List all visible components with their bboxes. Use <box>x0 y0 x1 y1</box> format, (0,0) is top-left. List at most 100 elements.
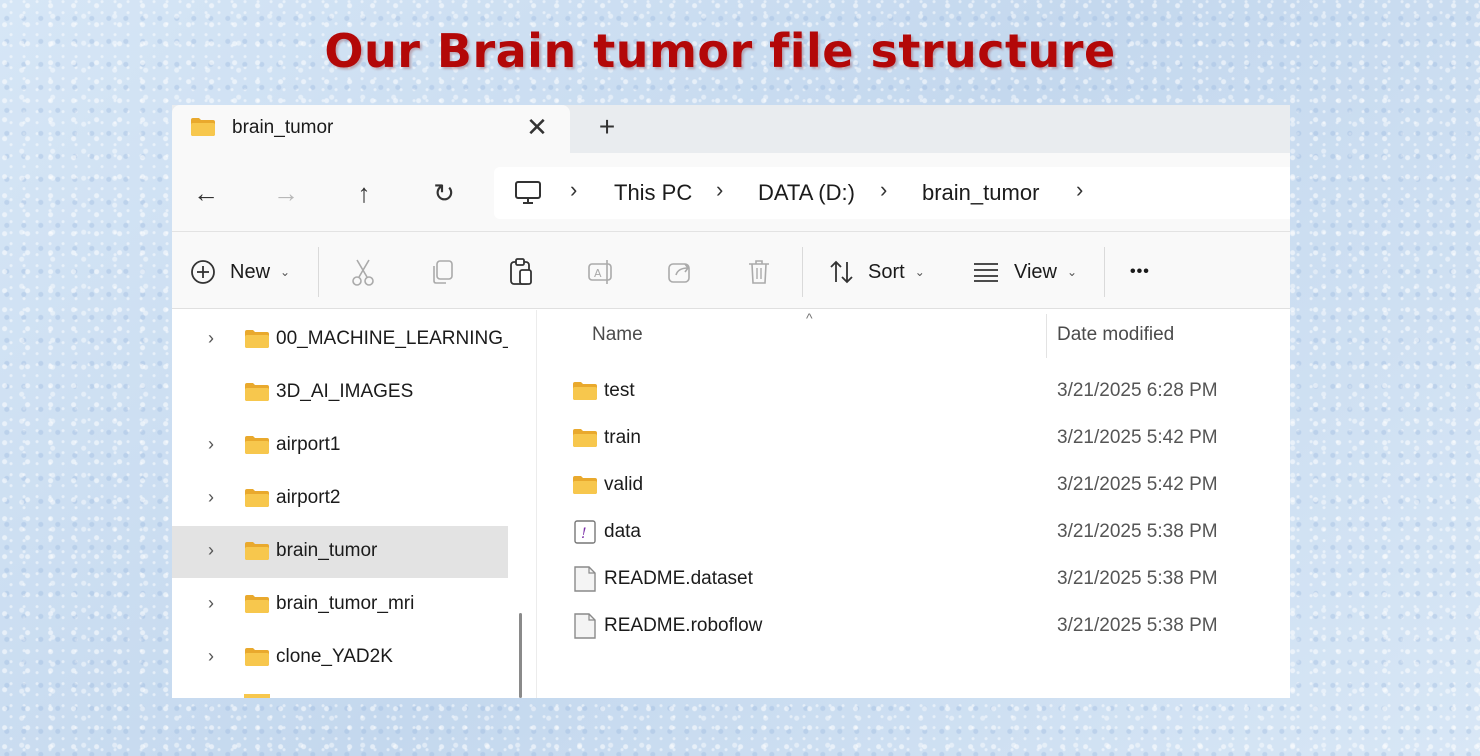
tree-item-label: clone_YAD2K <box>276 646 393 667</box>
new-tab-button[interactable]: + <box>592 111 622 143</box>
divider <box>172 231 1290 232</box>
view-list-icon <box>974 263 998 282</box>
view-label: View <box>1014 260 1057 283</box>
chevron-right-icon[interactable]: › <box>208 487 214 508</box>
tree-item-label: brain_tumor <box>276 540 378 561</box>
chevron-right-icon[interactable]: › <box>208 646 214 667</box>
folder-icon <box>573 382 597 400</box>
sort-ascending-icon: ^ <box>806 310 813 326</box>
file-date: 3/21/2025 5:38 PM <box>1057 521 1218 542</box>
slide-title: Our Brain tumor file structure <box>324 24 1116 78</box>
tree-item-label: airport1 <box>276 434 341 455</box>
tree-item-clone-yad2k[interactable]: › clone_YAD2K <box>172 632 508 684</box>
file-date: 3/21/2025 5:38 PM <box>1057 568 1218 589</box>
divider[interactable] <box>536 310 537 698</box>
tree-item-label: brain_tumor_mri <box>276 593 415 614</box>
folder-icon <box>245 330 269 348</box>
rename-icon[interactable]: A <box>586 257 616 287</box>
tree-item-airport2[interactable]: › airport2 <box>172 473 508 525</box>
add-circle-icon <box>191 260 215 284</box>
more-options-button[interactable]: ••• <box>1130 255 1150 289</box>
navigation-pane: › 00_MACHINE_LEARNING_T 3D_AI_IMAGES › a… <box>172 310 508 698</box>
text-file-icon <box>574 566 596 592</box>
folder-icon <box>245 436 269 454</box>
svg-text:!: ! <box>581 526 587 542</box>
chevron-right-icon[interactable]: › <box>208 593 214 614</box>
folder-icon <box>245 542 269 560</box>
command-bar: New ⌄ A Sort ⌄ View ⌄ ••• <box>172 233 1290 309</box>
divider <box>802 247 803 297</box>
refresh-button[interactable]: ↻ <box>422 173 466 213</box>
folder-icon <box>245 489 269 507</box>
yaml-file-icon: ! <box>574 520 596 544</box>
text-file-icon <box>574 613 596 639</box>
divider <box>318 247 319 297</box>
sort-label: Sort <box>868 260 905 283</box>
new-button[interactable]: New ⌄ <box>190 255 290 289</box>
file-name: README.roboflow <box>604 615 763 636</box>
folder-icon <box>573 429 597 447</box>
tree-item-3d-ai-images[interactable]: 3D_AI_IMAGES <box>172 367 508 419</box>
view-button[interactable]: View ⌄ <box>972 255 1077 289</box>
cut-icon[interactable] <box>348 257 378 287</box>
column-header-name[interactable]: Name <box>592 324 643 346</box>
breadcrumb-brain-tumor[interactable]: brain_tumor <box>922 180 1039 206</box>
navigation-pane-scrollbar[interactable] <box>519 613 522 698</box>
paste-icon[interactable] <box>506 257 536 287</box>
column-divider[interactable] <box>1046 314 1047 358</box>
tree-item-airport1[interactable]: › airport1 <box>172 420 508 472</box>
chevron-down-icon: ⌄ <box>1067 265 1078 279</box>
svg-text:A: A <box>594 267 602 280</box>
folder-icon <box>245 648 269 666</box>
file-explorer-window: brain_tumor ✕ + ← → ↑ ↻ › This PC › DATA… <box>172 105 1290 698</box>
tree-item-label: airport2 <box>276 487 341 508</box>
new-label: New <box>230 260 271 283</box>
copy-icon[interactable] <box>428 257 458 287</box>
file-row-train[interactable]: train 3/21/2025 5:42 PM <box>538 416 1290 463</box>
tab-strip: brain_tumor ✕ + <box>172 105 1290 153</box>
breadcrumb-this-pc[interactable]: This PC <box>614 180 692 206</box>
tree-item-label: 3D_AI_IMAGES <box>276 381 414 402</box>
folder-icon <box>245 383 269 401</box>
forward-button[interactable]: → <box>264 173 308 213</box>
tree-item-label: 00_MACHINE_LEARNING_T <box>276 328 508 349</box>
folder-icon <box>191 118 215 136</box>
chevron-down-icon: ⌄ <box>280 265 291 279</box>
file-row-data[interactable]: ! data 3/21/2025 5:38 PM <box>538 510 1290 557</box>
file-row-test[interactable]: test 3/21/2025 6:28 PM <box>538 369 1290 416</box>
divider <box>1104 247 1105 297</box>
file-name: test <box>604 380 635 401</box>
breadcrumb-data-drive[interactable]: DATA (D:) <box>758 180 855 206</box>
tab-brain-tumor[interactable]: brain_tumor ✕ <box>172 105 570 153</box>
chevron-right-icon[interactable]: › <box>208 328 214 349</box>
chevron-down-icon: ⌄ <box>914 265 925 279</box>
close-tab-button[interactable]: ✕ <box>522 111 552 143</box>
chevron-right-icon[interactable]: › <box>208 434 214 455</box>
folder-icon <box>244 694 270 698</box>
breadcrumb-separator: › <box>716 177 724 202</box>
file-row-readme-roboflow[interactable]: README.roboflow 3/21/2025 5:38 PM <box>538 604 1290 651</box>
share-icon[interactable] <box>666 257 696 287</box>
file-name: valid <box>604 474 644 495</box>
tree-item-brain-tumor[interactable]: › brain_tumor <box>172 526 508 578</box>
tree-item-brain-tumor-mri[interactable]: › brain_tumor_mri <box>172 579 508 631</box>
chevron-right-icon[interactable]: › <box>208 540 214 561</box>
file-date: 3/21/2025 5:42 PM <box>1057 474 1218 495</box>
tree-item-00-machine-learning[interactable]: › 00_MACHINE_LEARNING_T <box>172 314 508 366</box>
file-list: ^ Name Date modified test 3/21/2025 6:28… <box>538 310 1290 698</box>
file-row-readme-dataset[interactable]: README.dataset 3/21/2025 5:38 PM <box>538 557 1290 604</box>
trash-icon[interactable] <box>744 257 774 287</box>
breadcrumb-separator[interactable]: › <box>1076 177 1083 203</box>
file-name: README.dataset <box>604 568 753 589</box>
column-header-date-modified[interactable]: Date modified <box>1057 324 1174 346</box>
computer-icon <box>515 181 541 204</box>
back-button[interactable]: ← <box>184 173 228 213</box>
navigation-bar: ← → ↑ ↻ › This PC › DATA (D:) › brain_tu… <box>172 153 1290 233</box>
sort-icon <box>830 260 853 284</box>
up-button[interactable]: ↑ <box>342 173 386 213</box>
breadcrumb-separator: › <box>570 177 578 202</box>
file-row-valid[interactable]: valid 3/21/2025 5:42 PM <box>538 463 1290 510</box>
file-name: train <box>604 427 641 448</box>
sort-button[interactable]: Sort ⌄ <box>828 255 925 289</box>
address-bar[interactable]: › This PC › DATA (D:) › brain_tumor › <box>494 167 1290 219</box>
